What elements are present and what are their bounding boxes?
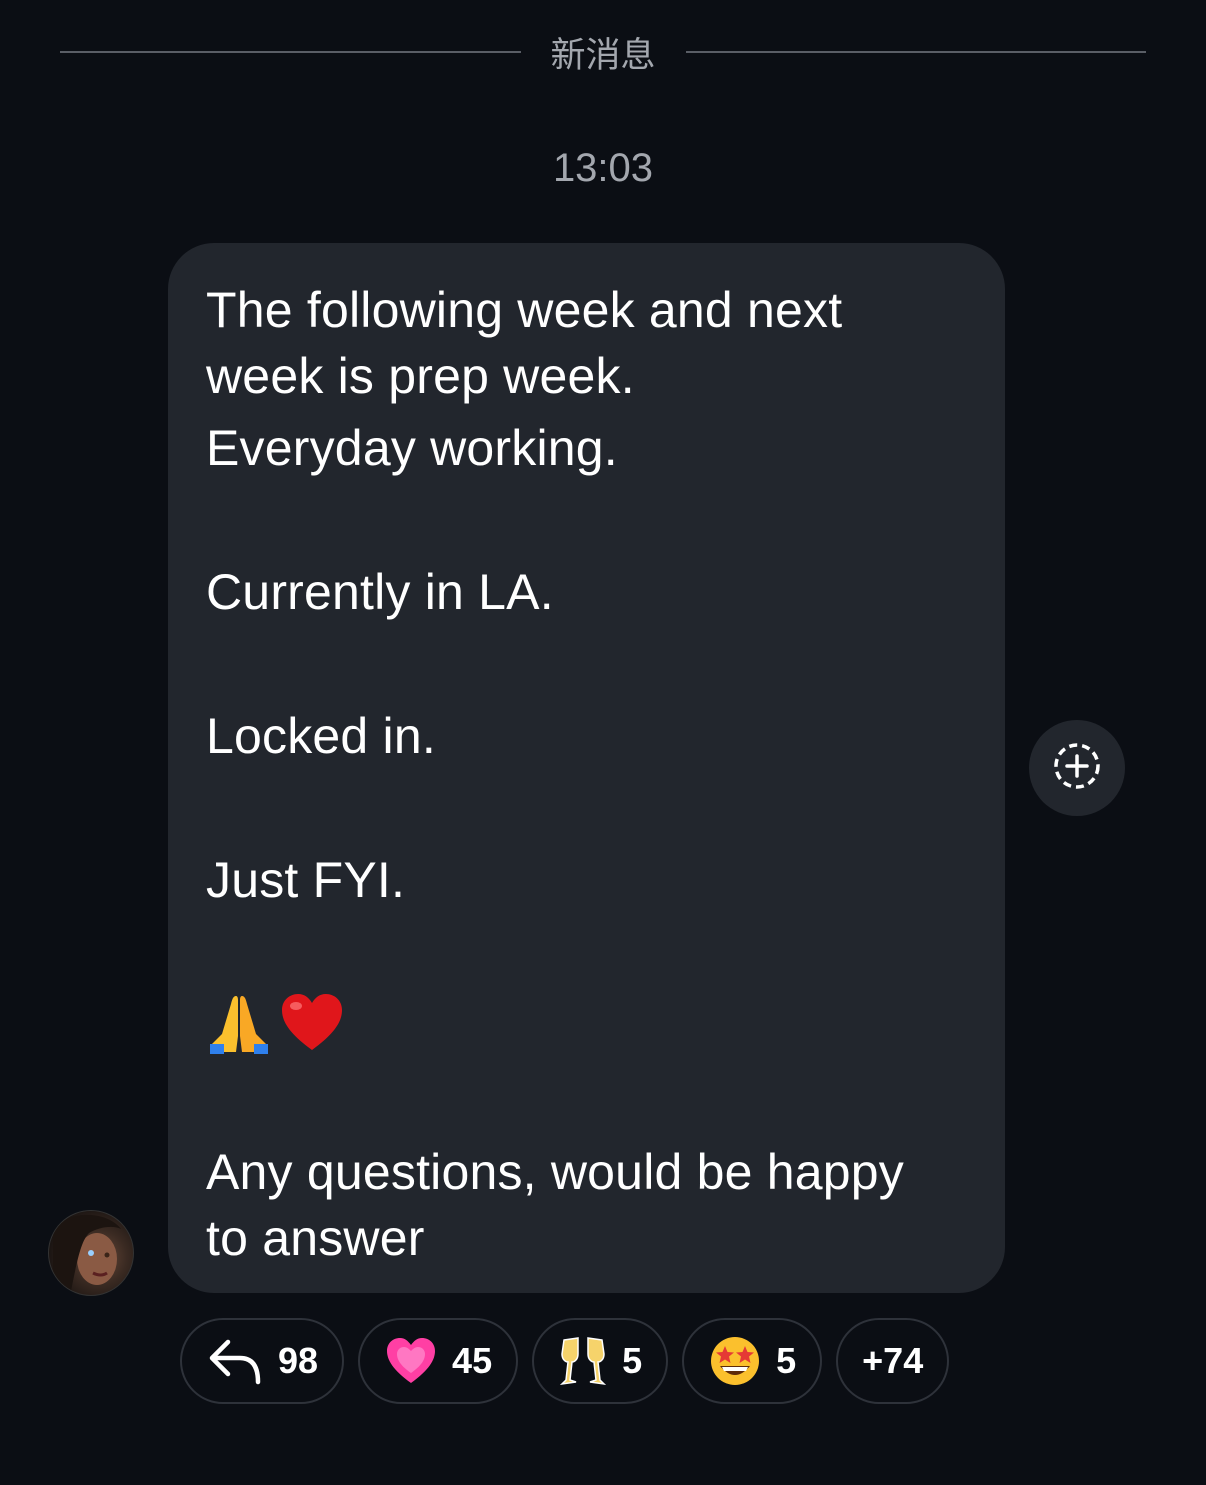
more-reactions-count: +74 [862,1340,924,1381]
new-messages-divider: 新消息 [60,24,1147,80]
red-heart-emoji [280,992,344,1054]
message-line: to answer [206,1210,425,1266]
message-line: week is prep week. [206,348,635,404]
add-reaction-icon [1052,741,1102,796]
message-line: Locked in. [206,708,436,764]
divider-line-right [685,51,1147,53]
reaction-count: 5 [622,1340,643,1381]
reactions-bar: 98 45 5 5 +74 [180,1318,950,1404]
reaction-chip-star-struck[interactable]: 5 [682,1318,823,1404]
clinking-glasses-emoji [558,1334,608,1388]
message-bubble[interactable]: The following week and next week is prep… [168,243,1005,1293]
reply-arrow-icon [206,1336,264,1386]
add-reaction-button[interactable] [1029,720,1125,816]
message-line: Any questions, would be happy [206,1144,904,1200]
message-emoji-line [206,987,967,1059]
new-messages-label: 新消息 [550,35,656,76]
reply-count: 98 [278,1340,319,1381]
sender-avatar[interactable] [48,1210,134,1296]
reply-count-chip[interactable]: 98 [180,1318,345,1404]
message-line: The following week and next [206,282,843,338]
star-struck-emoji [708,1334,762,1388]
divider-line-left [60,51,521,53]
message-line: Everyday working. [206,420,618,476]
message-line: Just FYI. [206,852,406,908]
more-reactions-chip[interactable]: +74 [836,1318,950,1404]
reaction-count: 45 [452,1340,493,1381]
growing-heart-emoji [384,1335,438,1387]
folded-hands-emoji [206,990,272,1056]
reaction-count: 5 [776,1340,797,1381]
message-line: Currently in LA. [206,564,554,620]
reaction-chip-champagne[interactable]: 5 [532,1318,669,1404]
reaction-chip-heart[interactable]: 45 [358,1318,519,1404]
message-timestamp: 13:03 [552,146,654,190]
